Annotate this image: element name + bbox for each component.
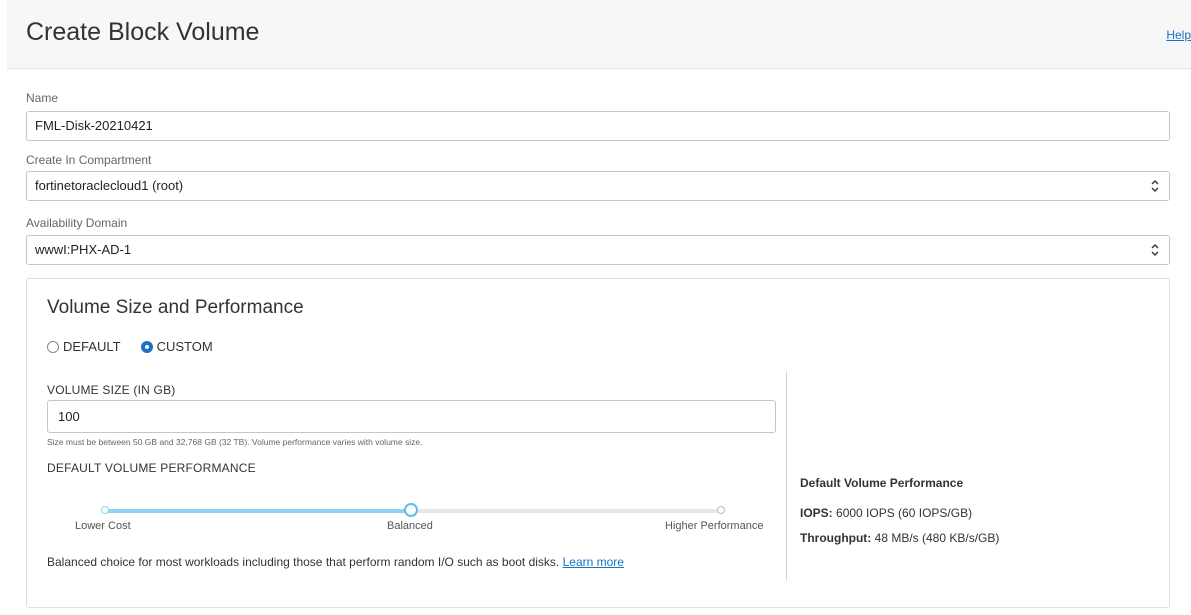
volume-size-label: VOLUME SIZE (IN GB) xyxy=(47,383,176,397)
help-link[interactable]: Help xyxy=(1166,28,1191,42)
panel-divider xyxy=(786,371,787,581)
volume-size-hint: Size must be between 50 GB and 32,768 GB… xyxy=(47,437,423,447)
slider-stop-lower-cost[interactable] xyxy=(101,506,109,514)
summary-iops: IOPS: 6000 IOPS (60 IOPS/GB) xyxy=(800,506,972,520)
slider-label-lower-cost: Lower Cost xyxy=(75,520,131,532)
radio-default[interactable]: DEFAULT xyxy=(47,339,121,354)
availability-value: wwwI:PHX-AD-1 xyxy=(35,242,132,257)
radio-custom[interactable]: CUSTOM xyxy=(140,339,213,354)
performance-description: Balanced choice for most workloads inclu… xyxy=(47,555,624,569)
availability-select[interactable]: wwwI:PHX-AD-1 xyxy=(26,235,1170,265)
performance-description-text: Balanced choice for most workloads inclu… xyxy=(47,555,560,569)
slider-stop-higher-performance[interactable] xyxy=(717,506,725,514)
compartment-value: fortinetoraclecloud1 (root) xyxy=(35,178,184,193)
performance-label: DEFAULT VOLUME PERFORMANCE xyxy=(47,461,256,475)
volume-panel: Volume Size and Performance DEFAULT CUST… xyxy=(26,278,1170,608)
name-label: Name xyxy=(26,91,59,105)
page-header: Create Block Volume Help xyxy=(7,0,1191,69)
learn-more-link[interactable]: Learn more xyxy=(563,555,624,569)
performance-slider[interactable]: Lower Cost Balanced Higher Performance xyxy=(47,503,776,533)
chevron-updown-icon xyxy=(1151,180,1159,192)
iops-label: IOPS: xyxy=(800,506,833,520)
slider-fill xyxy=(105,509,411,513)
volume-size-input[interactable]: 100 xyxy=(47,400,776,433)
chevron-updown-icon xyxy=(1151,244,1159,256)
name-input[interactable]: FML-Disk-20210421 xyxy=(26,111,1170,141)
volume-section-title: Volume Size and Performance xyxy=(47,297,304,318)
slider-label-higher-performance: Higher Performance xyxy=(665,520,764,532)
throughput-value: 48 MB/s (480 KB/s/GB) xyxy=(874,531,1000,545)
compartment-label: Create In Compartment xyxy=(26,153,152,167)
radio-default-icon[interactable] xyxy=(47,340,59,353)
summary-title: Default Volume Performance xyxy=(800,476,964,490)
compartment-select[interactable]: fortinetoraclecloud1 (root) xyxy=(26,171,1170,201)
radio-default-label: DEFAULT xyxy=(63,339,121,354)
page-title: Create Block Volume xyxy=(26,18,260,46)
slider-label-balanced: Balanced xyxy=(387,520,433,532)
size-mode-radio-group: DEFAULT CUSTOM xyxy=(47,339,233,354)
summary-throughput: Throughput: 48 MB/s (480 KB/s/GB) xyxy=(800,531,999,545)
throughput-label: Throughput: xyxy=(800,531,872,545)
radio-custom-label: CUSTOM xyxy=(156,339,213,354)
slider-handle[interactable] xyxy=(404,503,418,517)
radio-custom-icon[interactable] xyxy=(140,340,153,353)
iops-value: 6000 IOPS (60 IOPS/GB) xyxy=(836,506,973,520)
availability-label: Availability Domain xyxy=(26,216,128,230)
